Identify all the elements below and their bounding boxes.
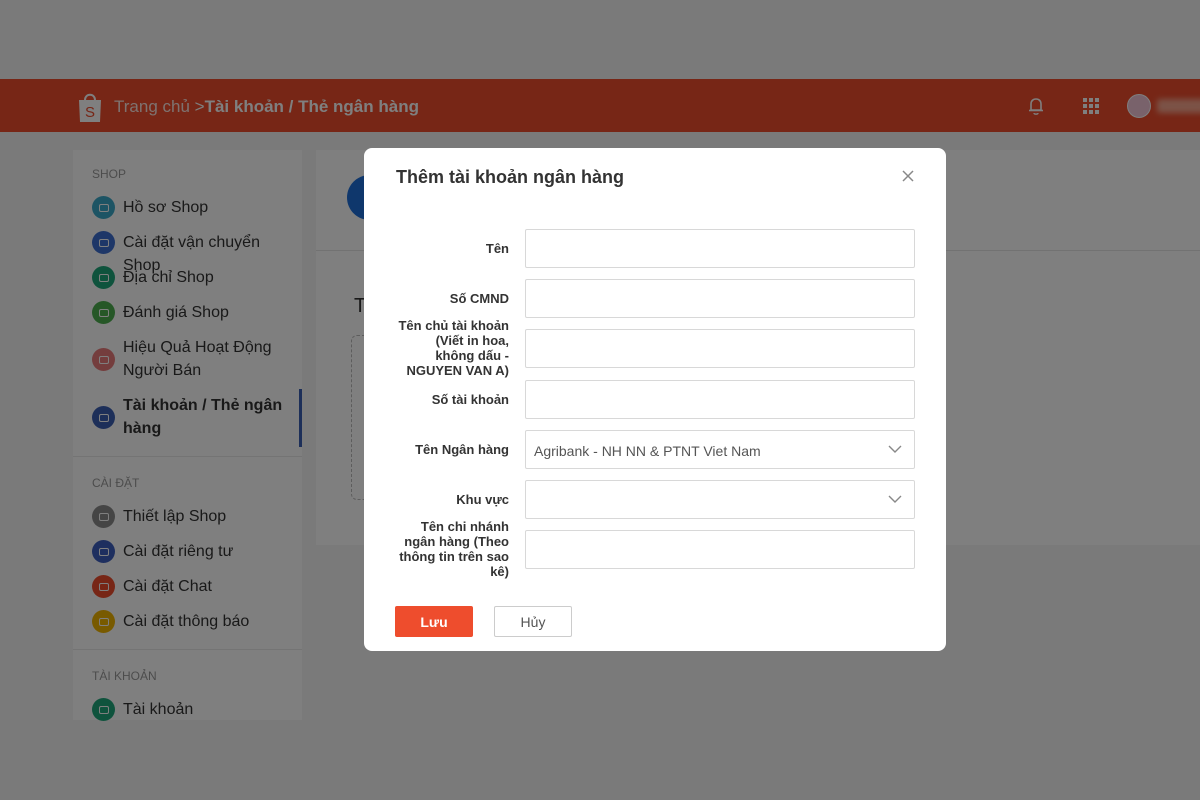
modal-title: Thêm tài khoản ngân hàng bbox=[396, 167, 625, 187]
account-number-label: Số tài khoản bbox=[431, 392, 509, 407]
name-label: Tên bbox=[485, 241, 509, 256]
bank-name-select[interactable]: Agribank - NH NN & PTNT Viet Nam bbox=[525, 430, 915, 469]
save-button[interactable]: Lưu bbox=[395, 606, 473, 637]
close-icon[interactable] bbox=[900, 168, 916, 184]
account-holder-input[interactable] bbox=[525, 329, 915, 368]
cancel-button[interactable]: Hủy bbox=[494, 606, 572, 637]
region-label: Khu vực bbox=[456, 492, 509, 507]
chevron-down-icon bbox=[888, 445, 902, 453]
account-number-input[interactable] bbox=[525, 380, 915, 419]
id-number-label: Số CMND bbox=[449, 291, 509, 306]
account-holder-label: Tên chủ tài khoản (Viết in hoa, không dấ… bbox=[398, 318, 509, 378]
branch-name-label: Tên chi nhánh ngân hàng (Theo thông tin … bbox=[399, 519, 509, 579]
add-bank-account-modal: Thêm tài khoản ngân hàng Tên Số CMND Tên… bbox=[364, 148, 946, 651]
region-select[interactable] bbox=[525, 480, 915, 519]
bank-name-value: Agribank - NH NN & PTNT Viet Nam bbox=[534, 443, 761, 459]
bank-name-label: Tên Ngân hàng bbox=[415, 442, 509, 457]
branch-name-input[interactable] bbox=[525, 530, 915, 569]
id-number-input[interactable] bbox=[525, 279, 915, 318]
name-input[interactable] bbox=[525, 229, 915, 268]
chevron-down-icon bbox=[888, 495, 902, 503]
